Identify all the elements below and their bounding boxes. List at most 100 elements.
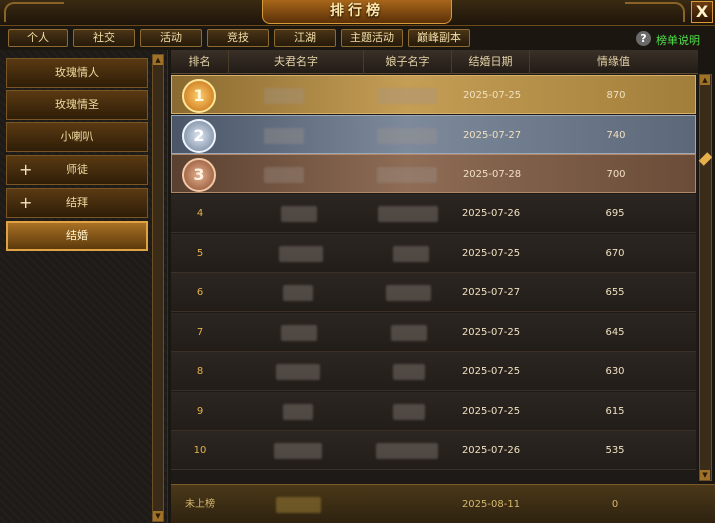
category-label: 玫瑰情圣 <box>55 98 99 111</box>
scroll-down-arrow-icon[interactable]: ▼ <box>153 511 163 521</box>
value-cell: 870 <box>606 90 626 101</box>
title-bar: 排行榜 X <box>0 0 715 26</box>
category-marriage[interactable]: 结婚 <box>6 221 148 251</box>
value-cell: 700 <box>606 169 626 180</box>
husband-name-blurred <box>264 88 304 104</box>
husband-name-blurred <box>283 404 313 420</box>
value-cell: 630 <box>605 366 625 377</box>
category-label: 师徒 <box>66 163 88 176</box>
table-row[interactable]: 2 2025-07-27 740 <box>171 115 696 154</box>
date-cell: 2025-07-28 <box>462 169 522 180</box>
rank-2-medal-icon: 2 <box>182 119 216 153</box>
expand-plus-icon[interactable]: + <box>19 189 32 216</box>
tab-bar: 个人 社交 活动 竞技 江湖 主题活动 巅峰副本 ? 榜单说明 <box>0 26 715 50</box>
rank-cell: 10 <box>193 445 207 456</box>
category-scrollbar[interactable]: ▲ ▼ <box>152 54 164 522</box>
scroll-down-arrow-icon[interactable]: ▼ <box>700 470 710 480</box>
my-name-blurred <box>276 497 321 513</box>
table-row[interactable]: 1 2025-07-25 870 <box>171 75 696 114</box>
husband-name-blurred <box>283 285 313 301</box>
scroll-up-arrow-icon[interactable]: ▲ <box>153 55 163 65</box>
table-scrollbar[interactable]: ▲ ▼ <box>698 74 713 481</box>
value-cell: 695 <box>605 208 625 219</box>
table-row[interactable]: 5 2025-07-25 670 <box>171 234 696 273</box>
value-cell: 670 <box>605 248 625 259</box>
category-panel: 玫瑰情人 玫瑰情圣 小喇叭 + 师徒 + 结拜 结婚 ▲ ▼ <box>0 50 168 523</box>
wife-name-blurred <box>386 285 431 301</box>
husband-name-blurred <box>281 206 317 222</box>
table-row[interactable]: 10 2025-07-26 535 <box>171 431 696 470</box>
wife-name-blurred <box>378 206 438 222</box>
rank-description-link[interactable]: 榜单说明 <box>656 32 700 48</box>
header-marriage-date: 结婚日期 <box>452 50 530 74</box>
category-label: 结婚 <box>66 229 88 242</box>
category-label: 玫瑰情人 <box>55 66 99 79</box>
category-label: 结拜 <box>66 196 88 209</box>
table-row[interactable]: 7 2025-07-25 645 <box>171 313 696 352</box>
table-row[interactable]: 6 2025-07-27 655 <box>171 273 696 312</box>
wife-name-blurred <box>377 88 437 104</box>
help-icon[interactable]: ? <box>636 31 651 46</box>
my-rank-row: 未上榜 2025-08-11 0 <box>171 484 715 523</box>
category-label: 小喇叭 <box>60 130 94 143</box>
rank-cell: 9 <box>196 406 204 417</box>
ornament-left <box>4 2 64 22</box>
wife-name-blurred <box>393 404 425 420</box>
table-header: 排名 夫君名字 娘子名字 结婚日期 情缘值 <box>171 50 698 74</box>
scroll-up-arrow-icon[interactable]: ▲ <box>700 75 710 85</box>
wife-name-blurred <box>376 443 438 459</box>
date-cell: 2025-07-25 <box>461 366 521 377</box>
window-title: 排行榜 <box>262 0 452 24</box>
my-value: 0 <box>611 499 619 510</box>
value-cell: 655 <box>605 287 625 298</box>
value-cell: 535 <box>605 445 625 456</box>
husband-name-blurred <box>281 325 317 341</box>
header-wife-name: 娘子名字 <box>364 50 452 74</box>
rank-cell: 4 <box>196 208 204 219</box>
category-trumpet[interactable]: 小喇叭 <box>6 122 148 152</box>
rank-cell: 7 <box>196 327 204 338</box>
husband-name-blurred <box>264 167 304 183</box>
scroll-thumb[interactable] <box>698 152 713 166</box>
category-rose-lover[interactable]: 玫瑰情人 <box>6 58 148 88</box>
date-cell: 2025-07-25 <box>462 90 522 101</box>
tab-social[interactable]: 社交 <box>73 29 135 47</box>
wife-name-blurred <box>377 128 437 144</box>
wife-name-blurred <box>377 167 437 183</box>
tab-arena[interactable]: 竞技 <box>207 29 269 47</box>
tab-jianghu[interactable]: 江湖 <box>274 29 336 47</box>
date-cell: 2025-07-25 <box>461 327 521 338</box>
tab-peak-dungeon[interactable]: 巅峰副本 <box>408 29 470 47</box>
date-cell: 2025-07-27 <box>462 130 522 141</box>
husband-name-blurred <box>276 364 320 380</box>
table-row[interactable]: 8 2025-07-25 630 <box>171 352 696 391</box>
wife-name-blurred <box>393 364 425 380</box>
date-cell: 2025-07-25 <box>461 248 521 259</box>
tab-personal[interactable]: 个人 <box>8 29 68 47</box>
husband-name-blurred <box>264 128 304 144</box>
ornament-right <box>625 2 685 22</box>
header-affection-value: 情缘值 <box>597 55 630 68</box>
category-sworn-brothers[interactable]: + 结拜 <box>6 188 148 218</box>
date-cell: 2025-07-26 <box>461 208 521 219</box>
wife-name-blurred <box>391 325 427 341</box>
expand-plus-icon[interactable]: + <box>19 156 32 183</box>
rank-3-medal-icon: 3 <box>182 158 216 192</box>
husband-name-blurred <box>274 443 322 459</box>
category-rose-saint[interactable]: 玫瑰情圣 <box>6 90 148 120</box>
husband-name-blurred <box>279 246 323 262</box>
header-husband-name: 夫君名字 <box>229 50 364 74</box>
table-row[interactable]: 4 2025-07-26 695 <box>171 194 696 233</box>
table-row[interactable]: 3 2025-07-28 700 <box>171 154 696 193</box>
value-cell: 740 <box>606 130 626 141</box>
my-rank: 未上榜 <box>185 499 215 510</box>
tab-activity[interactable]: 活动 <box>140 29 202 47</box>
rank-cell: 6 <box>196 287 204 298</box>
value-cell: 615 <box>605 406 625 417</box>
category-mentorship[interactable]: + 师徒 <box>6 155 148 185</box>
rank-cell: 8 <box>196 366 204 377</box>
close-button[interactable]: X <box>691 1 713 23</box>
table-row[interactable]: 9 2025-07-25 615 <box>171 392 696 431</box>
rank-1-medal-icon: 1 <box>182 79 216 113</box>
tab-theme-event[interactable]: 主题活动 <box>341 29 403 47</box>
